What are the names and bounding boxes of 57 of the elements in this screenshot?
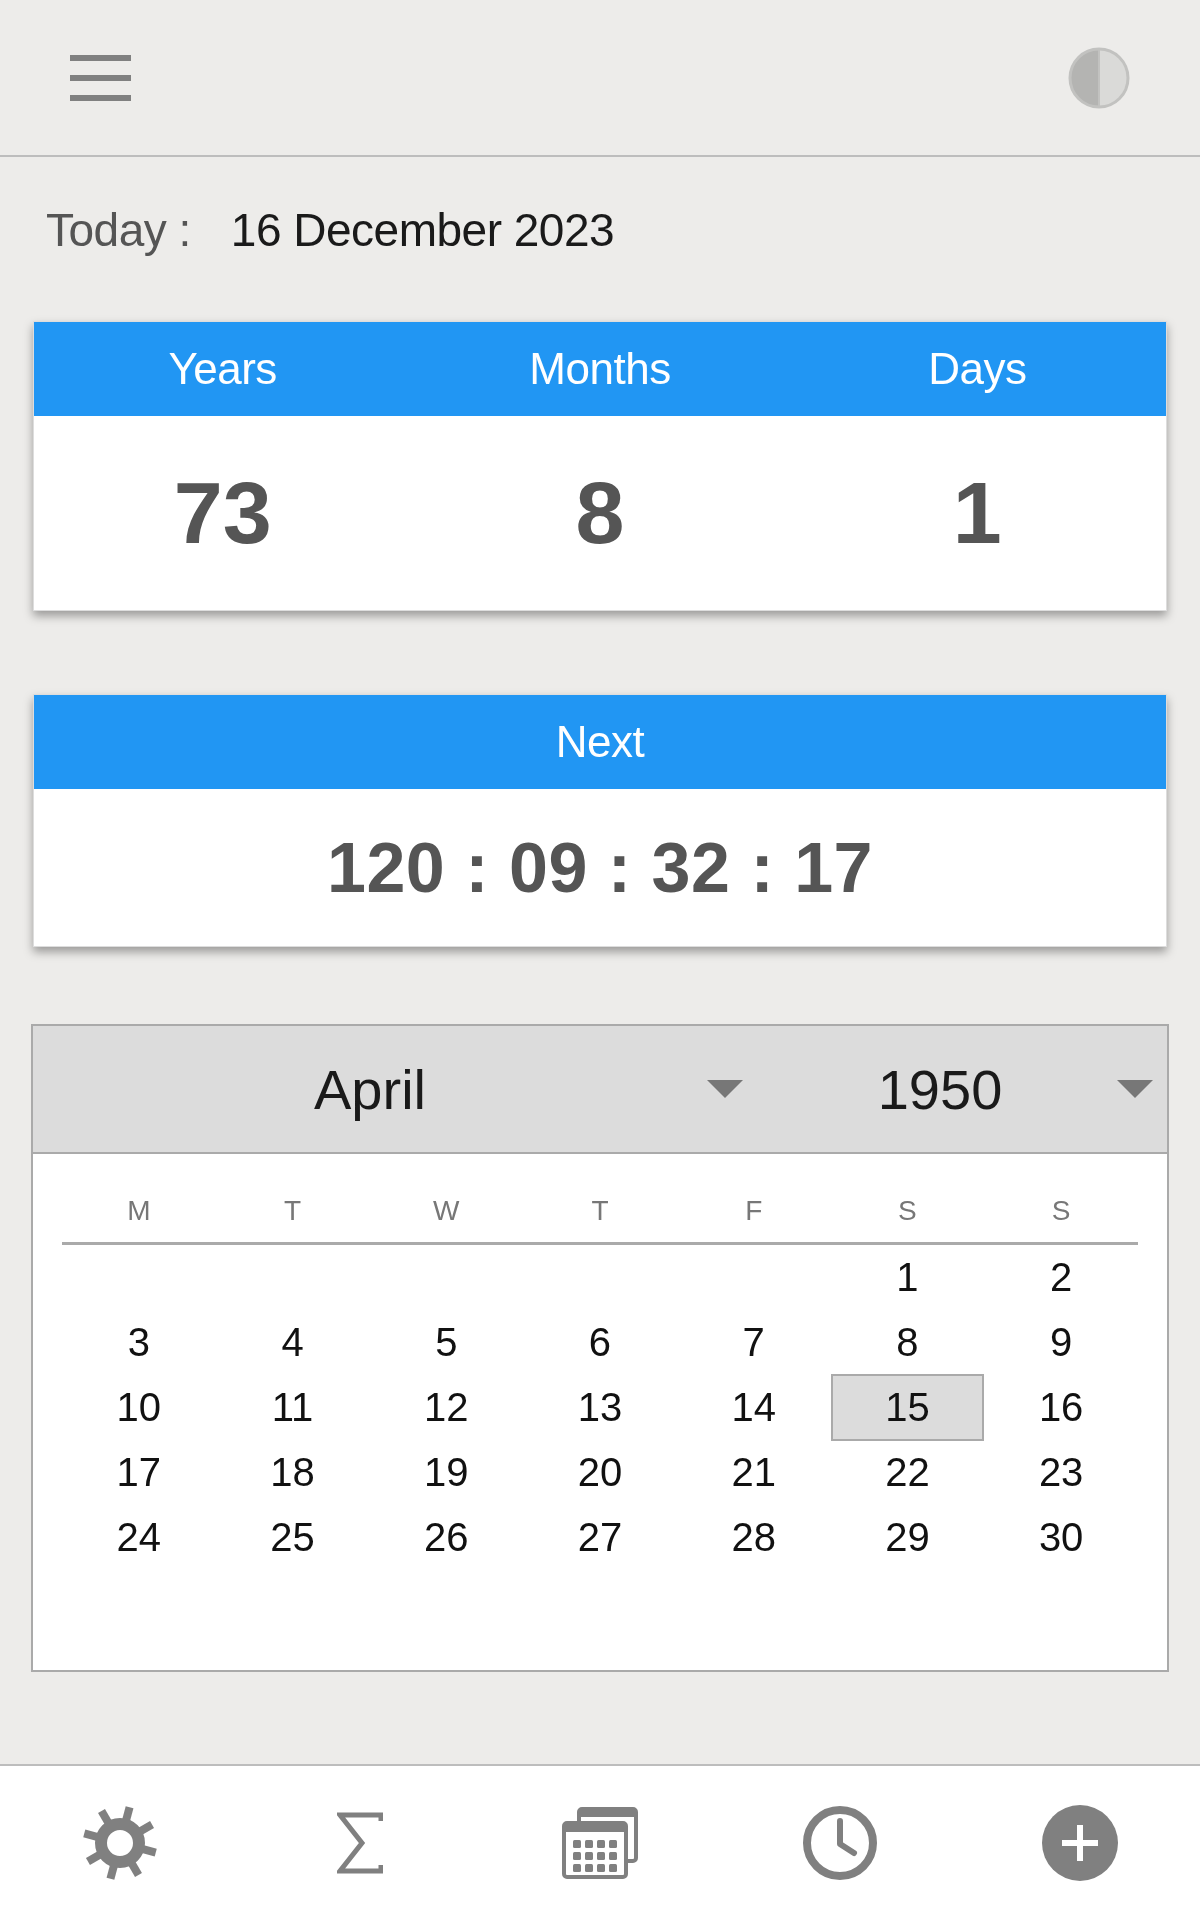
age-value: 8: [575, 462, 625, 564]
calendar-day[interactable]: 22: [830, 1440, 985, 1505]
year-dropdown[interactable]: 1950: [763, 1026, 1167, 1152]
settings-icon[interactable]: [82, 1805, 158, 1881]
calendar-day[interactable]: 16: [984, 1375, 1138, 1440]
calendar-day[interactable]: 13: [523, 1375, 677, 1440]
column-label: Months: [529, 344, 671, 394]
calendar-day[interactable]: 21: [676, 1440, 831, 1505]
calendar-day[interactable]: 7: [676, 1310, 831, 1375]
calendar-day[interactable]: 4: [215, 1310, 370, 1375]
calendar-day[interactable]: 26: [369, 1505, 524, 1570]
column-label: Days: [928, 344, 1027, 394]
weekday-label: F: [745, 1194, 763, 1228]
calendar-day[interactable]: 19: [369, 1440, 524, 1505]
calendar-day[interactable]: 23: [984, 1440, 1138, 1505]
calendar-day[interactable]: 14: [676, 1375, 831, 1440]
calendar-day[interactable]: 2: [984, 1245, 1138, 1310]
month-dropdown[interactable]: April: [33, 1026, 763, 1152]
menu-icon[interactable]: [70, 54, 131, 101]
weekday-label: S: [1051, 1194, 1071, 1228]
today-date: 16 December 2023: [230, 203, 615, 258]
calendar-day[interactable]: 6: [523, 1310, 677, 1375]
age-value: 73: [173, 462, 272, 564]
sigma-icon[interactable]: [337, 1812, 383, 1874]
caret-icon: [1117, 1080, 1153, 1098]
calendar-day[interactable]: 10: [62, 1375, 216, 1440]
weekday-label: W: [433, 1194, 460, 1228]
calendar-day[interactable]: 11: [215, 1375, 370, 1440]
age-value: 1: [952, 462, 1002, 564]
calendar-day[interactable]: 18: [215, 1440, 370, 1505]
calendar-day[interactable]: 28: [676, 1505, 831, 1570]
countdown-header: Next: [34, 695, 1166, 789]
clock-icon[interactable]: [802, 1805, 878, 1881]
caret-icon: [707, 1080, 743, 1098]
calendar-day[interactable]: 12: [369, 1375, 524, 1440]
weekday-label: S: [898, 1194, 917, 1228]
calendar-day[interactable]: 24: [62, 1505, 216, 1570]
calendar-day[interactable]: 9: [984, 1310, 1138, 1375]
calendar-day[interactable]: 25: [215, 1505, 370, 1570]
calendar-day[interactable]: 5: [369, 1310, 524, 1375]
calendar-day[interactable]: 15: [830, 1374, 985, 1441]
countdown-value: 120 : 09 : 32 : 17: [327, 827, 873, 908]
column-label: Years: [168, 344, 277, 394]
calendar-day[interactable]: 3: [62, 1310, 216, 1375]
weekday-label: T: [591, 1194, 609, 1228]
calendar-day[interactable]: 29: [830, 1505, 985, 1570]
calendar-day[interactable]: 27: [523, 1505, 677, 1570]
calendar-day[interactable]: 30: [984, 1505, 1138, 1570]
calendar-day[interactable]: 20: [523, 1440, 677, 1505]
calendar-day[interactable]: 8: [830, 1310, 985, 1375]
weekday-label: M: [127, 1194, 151, 1228]
add-icon[interactable]: [1042, 1805, 1118, 1881]
calendar-icon[interactable]: [562, 1807, 638, 1879]
calendar-day[interactable]: 17: [62, 1440, 216, 1505]
calendar-day[interactable]: 1: [830, 1245, 985, 1310]
weekday-label: T: [284, 1194, 302, 1228]
today-label: Today :: [46, 203, 191, 258]
